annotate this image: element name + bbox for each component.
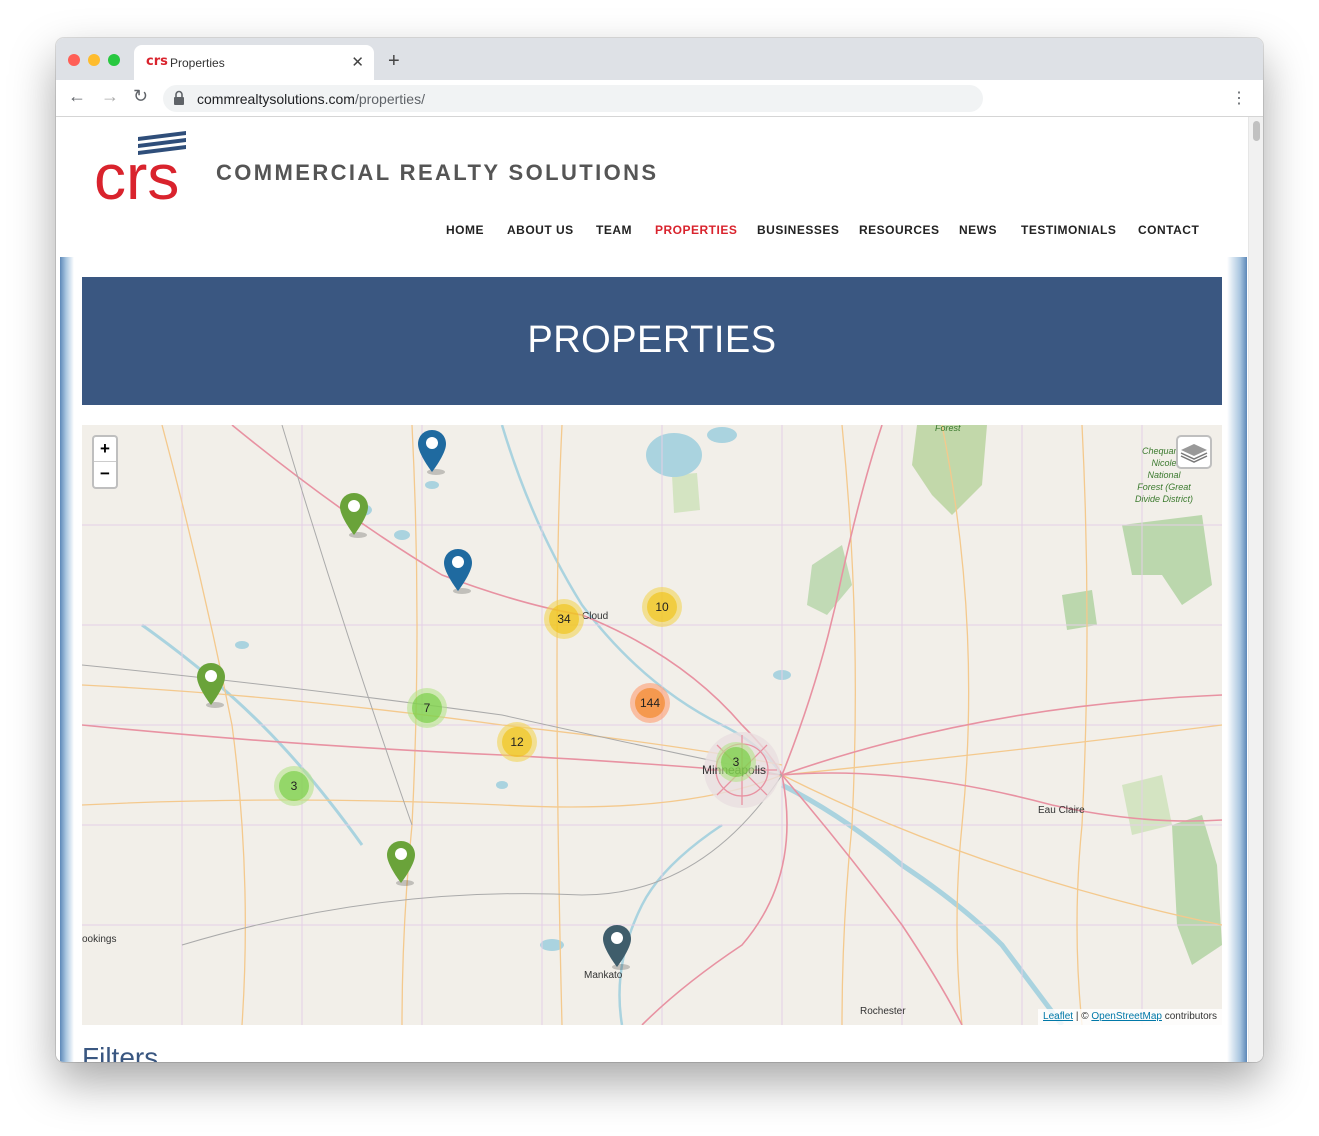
maximize-window-button[interactable]	[108, 54, 120, 66]
logo-text: crs	[94, 141, 179, 205]
address-bar[interactable]: commrealtysolutions.com/properties/	[163, 85, 983, 112]
new-tab-icon[interactable]: +	[388, 50, 400, 73]
zoom-out-button[interactable]: −	[94, 462, 116, 487]
nav-about-us[interactable]: ABOUT US	[507, 223, 574, 237]
layers-button[interactable]	[1176, 435, 1212, 469]
cluster-marker[interactable]: 10	[642, 587, 682, 627]
page-hero: PROPERTIES	[82, 277, 1222, 405]
map-pin-icon[interactable]	[416, 428, 448, 476]
crs-logo[interactable]: crs	[94, 125, 194, 205]
cluster-marker[interactable]: 3	[716, 742, 756, 782]
cluster-marker[interactable]: 34	[544, 599, 584, 639]
page-title: PROPERTIES	[527, 319, 777, 361]
url-text: commrealtysolutions.com/properties/	[197, 91, 425, 107]
brand-name: COMMERCIAL REALTY SOLUTIONS	[216, 160, 659, 185]
browser-window: crs Properties ✕ + ← → ↻ commrealtysolut…	[56, 38, 1263, 1062]
menu-icon[interactable]: ⋮	[1231, 88, 1247, 108]
label-st-cloud: Cloud	[582, 611, 609, 622]
nav-home[interactable]: HOME	[446, 223, 484, 237]
minimize-window-button[interactable]	[88, 54, 100, 66]
zoom-control: + −	[92, 435, 118, 489]
label-rochester: Rochester	[860, 1006, 906, 1017]
tab-bar: crs Properties ✕ +	[56, 38, 1263, 80]
label-forest: Forest	[935, 425, 961, 433]
zoom-in-button[interactable]: +	[94, 437, 116, 462]
forward-icon[interactable]: →	[101, 86, 119, 107]
map-pin-icon[interactable]	[442, 547, 474, 595]
filters-heading: Filters	[82, 1042, 159, 1062]
map-pin-icon[interactable]	[195, 661, 227, 709]
lock-icon	[174, 90, 184, 105]
close-tab-icon[interactable]: ✕	[351, 53, 364, 71]
nav-testimonials[interactable]: TESTIMONIALS	[1021, 223, 1116, 237]
favicon-icon: crs	[146, 54, 168, 69]
reload-icon[interactable]: ↻	[133, 86, 148, 107]
osm-link[interactable]: OpenStreetMap	[1091, 1011, 1162, 1022]
address-bar-row: ← → ↻ commrealtysolutions.com/properties…	[56, 80, 1263, 117]
nav-contact[interactable]: CONTACT	[1138, 223, 1199, 237]
properties-map[interactable]: Cloud Minneapolis Eau Claire Mankato Roc…	[82, 425, 1222, 1025]
map-pin-icon[interactable]	[385, 839, 417, 887]
back-icon[interactable]: ←	[68, 86, 86, 107]
map-pin-icon[interactable]	[601, 923, 633, 971]
label-mankato: Mankato	[584, 970, 623, 981]
cluster-marker[interactable]: 144	[630, 683, 670, 723]
browser-tab[interactable]: crs Properties ✕	[134, 45, 374, 80]
close-window-button[interactable]	[68, 54, 80, 66]
map-attribution: Leaflet | © OpenStreetMap contributors	[1038, 1009, 1222, 1025]
nav-resources[interactable]: RESOURCES	[859, 223, 940, 237]
scrollbar-thumb[interactable]	[1253, 121, 1260, 141]
map-tiles[interactable]	[82, 425, 1222, 1025]
leaflet-link[interactable]: Leaflet	[1043, 1011, 1073, 1022]
nav-news[interactable]: NEWS	[959, 223, 997, 237]
nav-businesses[interactable]: BUSINESSES	[757, 223, 839, 237]
cluster-marker[interactable]: 3	[274, 766, 314, 806]
map-pin-icon[interactable]	[338, 491, 370, 539]
content-area: PROPERTIES Cloud Eau Claire Mankato Roch…	[60, 257, 1247, 1062]
nav-properties[interactable]: PROPERTIES	[655, 223, 737, 237]
label-eau-claire: Eau Claire	[1038, 805, 1085, 816]
tab-title: Properties	[170, 56, 225, 70]
cluster-marker[interactable]: 7	[407, 688, 447, 728]
web-page: crs COMMERCIAL REALTY SOLUTIONS HOME ABO…	[56, 117, 1263, 1062]
scrollbar[interactable]	[1248, 117, 1263, 1062]
cluster-marker[interactable]: 12	[497, 722, 537, 762]
layers-icon	[1180, 444, 1208, 463]
label-brookings: ookings	[82, 934, 117, 945]
nav-team[interactable]: TEAM	[596, 223, 632, 237]
